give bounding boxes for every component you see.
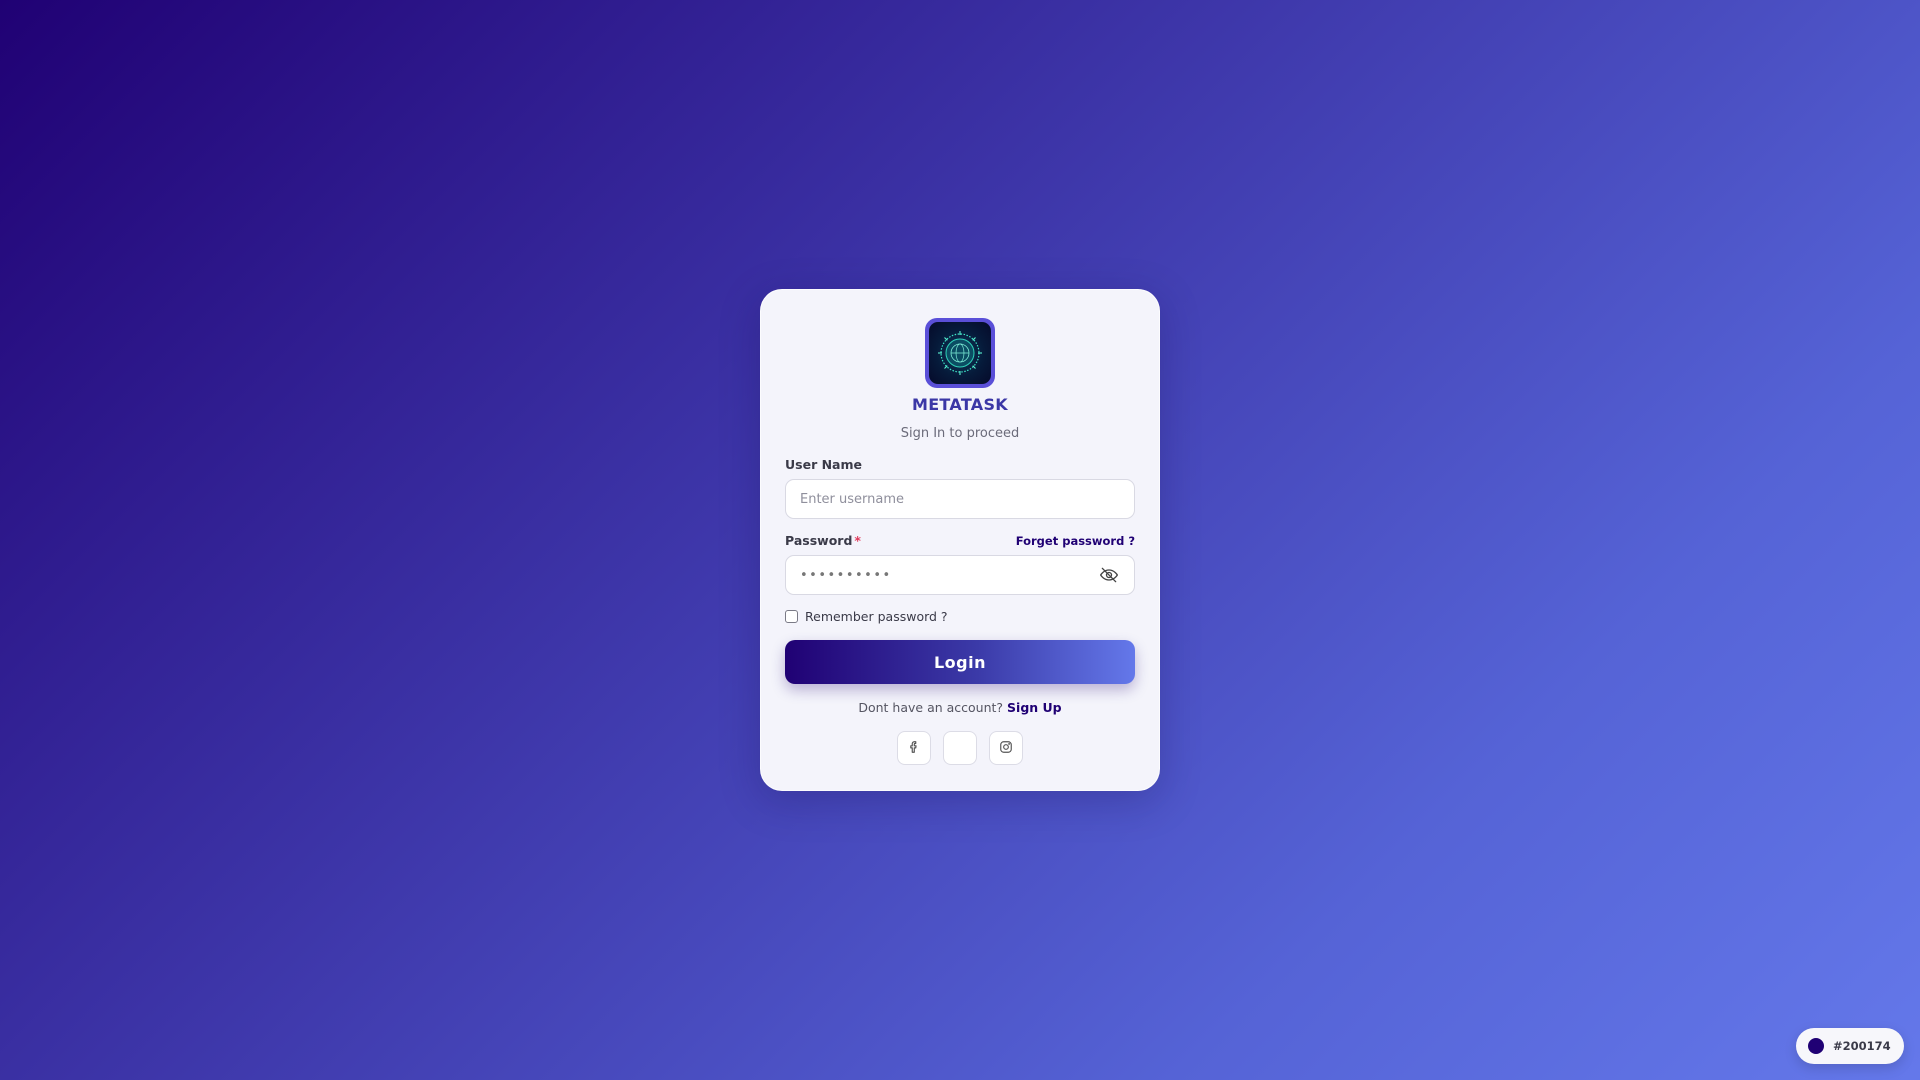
password-label: Password * xyxy=(785,533,861,548)
facebook-icon xyxy=(907,739,921,758)
username-input[interactable] xyxy=(800,491,1120,507)
username-label-row: User Name xyxy=(785,457,1135,472)
login-button[interactable]: Login xyxy=(785,640,1135,684)
signup-prompt: Dont have an account? xyxy=(858,700,1004,715)
password-label-row: Password * Forget password ? xyxy=(785,533,1135,548)
social-button-blank[interactable] xyxy=(943,731,977,765)
social-login-row xyxy=(785,731,1135,765)
virus-globe-icon xyxy=(929,322,991,384)
sign-in-subtitle: Sign In to proceed xyxy=(900,426,1020,441)
password-masked-value: •••••••••• xyxy=(800,567,892,583)
instagram-button[interactable] xyxy=(989,731,1023,765)
instagram-icon xyxy=(999,739,1013,758)
color-hex-label: #200174 xyxy=(1833,1039,1891,1053)
eye-slash-icon[interactable] xyxy=(1098,564,1120,586)
brand-logo xyxy=(925,318,995,388)
color-swatch xyxy=(1808,1038,1824,1054)
remember-password-row[interactable]: Remember password ? xyxy=(785,609,1135,624)
signup-link[interactable]: Sign Up xyxy=(1007,700,1062,715)
remember-label: Remember password ? xyxy=(805,609,948,624)
password-input[interactable]: •••••••••• xyxy=(785,555,1135,595)
username-label: User Name xyxy=(785,457,862,472)
signup-row: Dont have an account? Sign Up xyxy=(785,700,1135,715)
remember-checkbox[interactable] xyxy=(785,610,798,623)
required-mark: * xyxy=(854,533,861,548)
brand-name: METATASK xyxy=(911,395,1009,414)
login-card: METATASK Sign In to proceed User Name Pa… xyxy=(760,289,1160,791)
forgot-password-link[interactable]: Forget password ? xyxy=(1016,534,1135,548)
username-group: User Name xyxy=(785,457,1135,519)
password-label-text: Password xyxy=(785,533,853,548)
username-input-box[interactable] xyxy=(785,479,1135,519)
theme-color-picker[interactable]: #200174 xyxy=(1796,1028,1904,1064)
facebook-button[interactable] xyxy=(897,731,931,765)
password-group: Password * Forget password ? •••••••••• xyxy=(785,533,1135,595)
